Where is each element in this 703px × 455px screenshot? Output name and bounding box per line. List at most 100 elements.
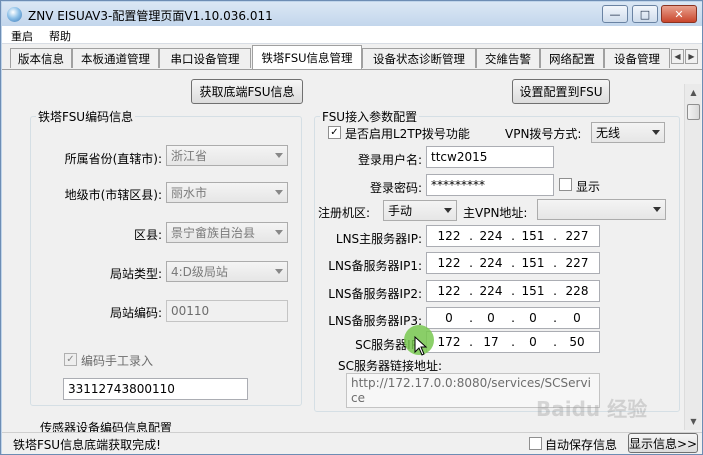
maximize-button[interactable]: □ <box>632 5 658 23</box>
maximize-icon: □ <box>639 7 651 21</box>
ip-octet: 224 <box>479 256 503 270</box>
fsu-code-input[interactable]: 33112743800110 <box>63 378 248 400</box>
tab-serial-device[interactable]: 串口设备管理 <box>159 48 251 68</box>
site-type-combo[interactable]: 4:D级局站 <box>166 261 288 282</box>
ip-dot: . <box>511 335 515 349</box>
city-label: 地级市(市辖区县): <box>64 188 162 202</box>
lns-backup1-label: LNS备服务器IP1: <box>328 259 422 273</box>
tab-right-button[interactable]: ▶ <box>685 49 698 64</box>
ip-octet: 224 <box>479 229 503 243</box>
register-value: 手动 <box>388 204 413 218</box>
get-fsu-info-button[interactable]: 获取底端FSU信息 <box>191 79 303 104</box>
dropdown-arrow-icon <box>444 208 452 213</box>
tab-network-config[interactable]: 网络配置 <box>540 48 604 68</box>
ip-dot: . <box>553 311 557 325</box>
county-combo[interactable]: 景宁畲族自治县 <box>166 222 288 243</box>
ip-octet: 0 <box>573 311 581 325</box>
fsu-code-group-title: 铁塔FSU编码信息 <box>36 108 136 125</box>
tab-version-info[interactable]: 版本信息 <box>10 48 72 68</box>
lns-backup2-ip-input[interactable]: 122 . 224 . 151 . 228 <box>426 280 600 302</box>
tab-board-channel[interactable]: 本板通道管理 <box>72 48 159 68</box>
province-combo[interactable]: 浙江省 <box>166 145 288 166</box>
dropdown-arrow-icon <box>275 190 283 195</box>
ip-dot: . <box>469 335 473 349</box>
ip-dot: . <box>553 284 557 298</box>
app-icon <box>7 7 22 22</box>
city-combo[interactable]: 丽水市 <box>166 182 288 203</box>
lns-backup3-label: LNS备服务器IP3: <box>328 314 422 328</box>
scroll-down-icon[interactable]: ▼ <box>686 414 701 429</box>
county-label: 区县: <box>133 228 162 242</box>
vpn-mode-combo[interactable]: 无线 <box>591 122 665 143</box>
app-window: ZNV EISUAV3-配置管理页面V1.10.036.011 — □ ✕ 重启… <box>0 0 703 455</box>
lns-backup1-ip-input[interactable]: 122 . 224 . 151 . 227 <box>426 252 600 274</box>
minimize-icon: — <box>609 7 621 21</box>
autosave-checkbox[interactable] <box>529 437 542 450</box>
manual-entry-label: 编码手工录入 <box>81 354 154 368</box>
ip-dot: . <box>469 284 473 298</box>
manual-entry-checkbox[interactable]: ✓ <box>64 353 77 366</box>
username-input[interactable]: ttcw2015 <box>426 146 554 168</box>
ip-dot: . <box>469 311 473 325</box>
ip-octet: 17 <box>483 335 499 349</box>
ip-dot: . <box>553 256 557 270</box>
ip-dot: . <box>553 229 557 243</box>
main-vpn-label: 主VPN地址: <box>463 206 528 220</box>
show-password-label: 显示 <box>576 180 601 194</box>
lns-backup3-ip-input[interactable]: 0 . 0 . 0 . 0 <box>426 307 600 329</box>
site-code-input[interactable]: 00110 <box>166 300 288 322</box>
autosave-label: 自动保存信息 <box>545 438 618 452</box>
set-config-button[interactable]: 设置配置到FSU <box>512 79 610 104</box>
ip-octet: 0 <box>445 311 453 325</box>
tab-device-manage[interactable]: 设备管理 <box>604 48 670 68</box>
main-vpn-combo[interactable] <box>537 199 666 220</box>
ip-octet: 50 <box>569 335 585 349</box>
province-label: 所属省份(直辖市): <box>64 152 162 166</box>
sc-link-label: SC服务器链接地址: <box>338 359 443 373</box>
ip-octet: 227 <box>565 256 589 270</box>
ip-octet: 122 <box>437 256 461 270</box>
dropdown-arrow-icon <box>652 130 660 135</box>
ip-dot: . <box>553 335 557 349</box>
lns-main-label: LNS主服务器IP: <box>335 232 422 246</box>
ip-octet: 151 <box>521 256 545 270</box>
lns-main-ip-input[interactable]: 122 . 224 . 151 . 227 <box>426 225 600 247</box>
close-button[interactable]: ✕ <box>661 5 697 23</box>
ip-dot: . <box>511 284 515 298</box>
ip-dot: . <box>511 229 515 243</box>
show-password-checkbox[interactable] <box>559 178 572 191</box>
menu-restart[interactable]: 重启 <box>11 28 33 44</box>
show-info-button[interactable]: 显示信息>> <box>628 433 698 453</box>
register-combo[interactable]: 手动 <box>383 200 457 221</box>
site-type-label: 局站类型: <box>109 267 162 281</box>
scroll-up-icon[interactable]: ▲ <box>686 85 701 100</box>
tab-left-button[interactable]: ◀ <box>671 49 684 64</box>
vpn-mode-value: 无线 <box>596 126 621 140</box>
register-label: 注册机区: <box>318 206 371 220</box>
fsu-info-panel: 获取底端FSU信息 设置配置到FSU 铁塔FSU编码信息 所属省份(直辖市): … <box>2 69 702 435</box>
tab-left-icon: ◀ <box>674 52 681 61</box>
scrollbar-thumb[interactable] <box>687 104 700 120</box>
username-label: 登录用户名: <box>357 153 422 167</box>
status-message: 铁塔FSU信息底端获取完成! <box>13 438 161 452</box>
menu-help[interactable]: 帮助 <box>49 28 71 44</box>
ip-octet: 151 <box>521 284 545 298</box>
ip-octet: 0 <box>529 311 537 325</box>
l2tp-checkbox[interactable]: ✓ <box>328 126 341 139</box>
tab-alarm[interactable]: 交維告警 <box>476 48 540 68</box>
password-input[interactable]: ********* <box>426 174 554 196</box>
password-label: 登录密码: <box>369 181 422 195</box>
vertical-scrollbar[interactable]: ▲ ▼ <box>684 84 701 430</box>
lns-backup2-label: LNS备服务器IP2: <box>328 287 422 301</box>
sc-server-ip-input[interactable]: 172 . 17 . 0 . 50 <box>426 331 600 353</box>
menu-bar: 重启 帮助 <box>2 26 702 44</box>
l2tp-label: 是否启用L2TP拨号功能 <box>345 127 470 141</box>
mouse-cursor-icon <box>414 336 428 356</box>
tab-device-diagnosis[interactable]: 设备状态诊断管理 <box>362 48 476 68</box>
ip-octet: 228 <box>565 284 589 298</box>
ip-octet: 0 <box>487 311 495 325</box>
minimize-button[interactable]: — <box>602 5 628 23</box>
ip-octet: 151 <box>521 229 545 243</box>
site-code-label: 局站编码: <box>109 306 162 320</box>
tab-fsu-info[interactable]: 铁塔FSU信息管理 <box>252 45 362 69</box>
